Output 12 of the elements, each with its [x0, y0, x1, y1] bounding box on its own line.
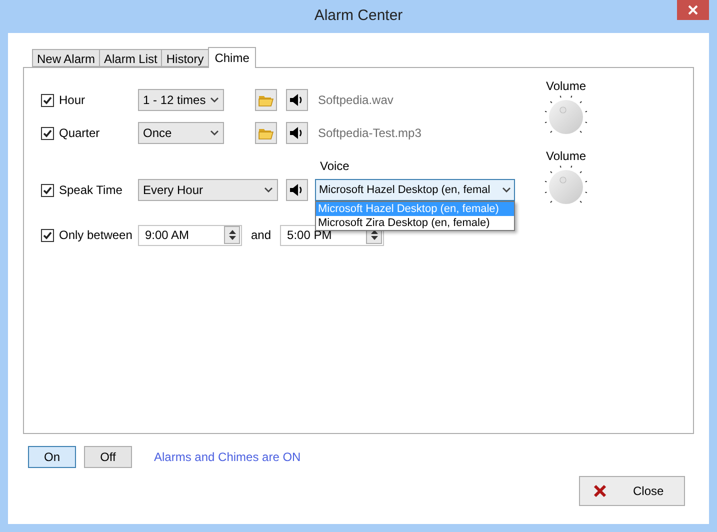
row-label: Speak Time [59, 182, 122, 199]
file-name: Softpedia-Test.mp3 [318, 125, 422, 142]
volume-label: Volume [546, 148, 586, 165]
row-label: Hour [59, 92, 86, 109]
voice-label: Voice [320, 158, 350, 175]
status-text: Alarms and Chimes are ON [154, 449, 301, 466]
and-label: and [251, 227, 272, 244]
file-name: Softpedia.wav [318, 92, 394, 109]
row-label: Quarter [59, 125, 100, 142]
window-title: Alarm Center [314, 6, 403, 26]
row-label: Only between [59, 227, 132, 244]
volume-label: Volume [546, 78, 586, 95]
